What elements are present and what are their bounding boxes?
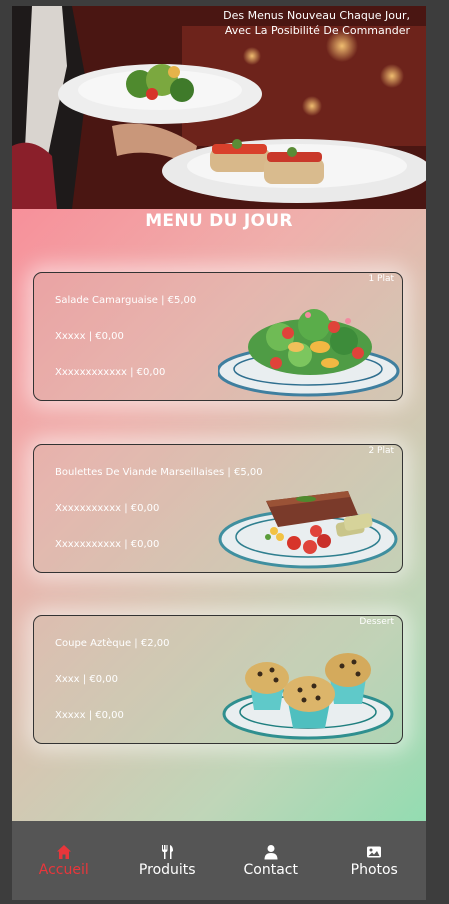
card-badge: Dessert <box>359 617 394 627</box>
menu-item: Coupe Aztèque | €2,00 <box>55 638 170 649</box>
nav-label: Produits <box>138 861 196 878</box>
menu-item: Xxxxxxxxxxxx | €0,00 <box>55 367 166 378</box>
nav-item-photos[interactable]: Photos <box>324 844 424 878</box>
nav-item-produits[interactable]: Produits <box>117 844 217 878</box>
salad-plate-image <box>218 309 400 397</box>
steak-plate-image <box>218 491 398 569</box>
utensils-icon <box>162 844 174 859</box>
nav-label: Photos <box>350 861 398 878</box>
menu-item: Xxxxx | €0,00 <box>55 331 124 342</box>
hero-tagline-line2: Avec La Posibilité De Commander <box>224 24 410 37</box>
hero-banner: Des Menus Nouveau Chaque Jour, Avec La P… <box>12 6 426 209</box>
hero-tagline: Des Menus Nouveau Chaque Jour, Avec La P… <box>210 8 410 38</box>
menu-card-dessert[interactable]: Dessert Coupe Aztèque | €2,00 Xxxx | €0,… <box>33 615 403 744</box>
muffins-plate-image <box>222 653 394 740</box>
card-badge: 1 Plat <box>368 274 394 284</box>
menu-item: Xxxx | €0,00 <box>55 674 118 685</box>
menu-card-2-plat[interactable]: 2 Plat Boulettes De Viande Marseillaises… <box>33 444 403 573</box>
menu-title: MENU DU JOUR <box>145 211 293 231</box>
home-icon <box>56 844 71 859</box>
image-icon <box>367 846 382 857</box>
card-badge: 2 Plat <box>368 446 394 456</box>
menu-item: Xxxxxxxxxxx | €0,00 <box>55 539 160 550</box>
menu-item: Xxxxx | €0,00 <box>55 710 124 721</box>
bottom-nav: Accueil Produits Contact Photos <box>12 821 426 900</box>
app-frame: Des Menus Nouveau Chaque Jour, Avec La P… <box>12 6 426 900</box>
nav-item-accueil[interactable]: Accueil <box>14 844 114 878</box>
nav-label: Contact <box>243 861 298 878</box>
menu-item: Salade Camarguaise | €5,00 <box>55 295 197 306</box>
nav-item-contact[interactable]: Contact <box>221 844 321 878</box>
user-icon <box>264 844 278 859</box>
menu-item: Xxxxxxxxxxx | €0,00 <box>55 503 160 514</box>
nav-label: Accueil <box>38 861 89 878</box>
menu-card-1-plat[interactable]: 1 Plat Salade Camarguaise | €5,00 Xxxxx … <box>33 272 403 401</box>
hero-tagline-line1: Des Menus Nouveau Chaque Jour, <box>223 9 410 22</box>
menu-section: MENU DU JOUR 1 Plat Salade Camarguaise |… <box>12 209 426 821</box>
